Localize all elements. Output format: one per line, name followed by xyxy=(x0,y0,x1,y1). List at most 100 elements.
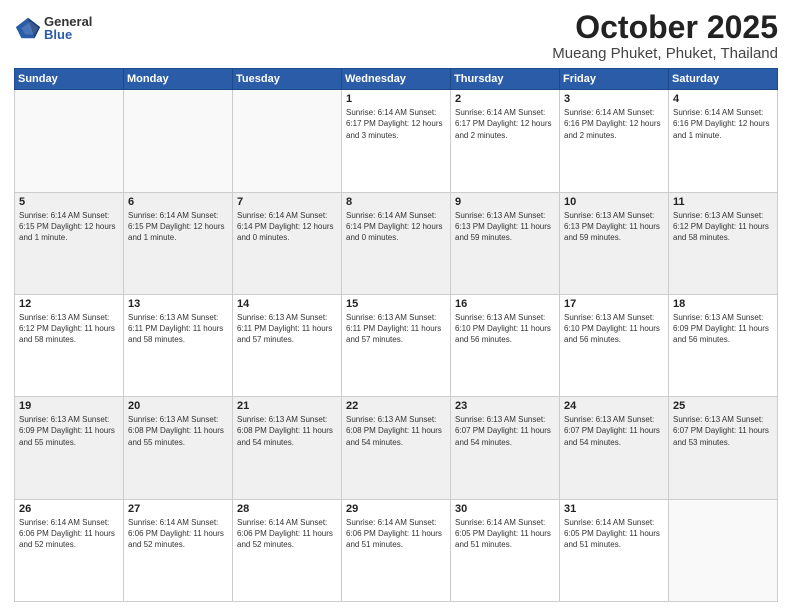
day-info: Sunrise: 6:14 AM Sunset: 6:05 PM Dayligh… xyxy=(564,517,664,551)
day-number: 15 xyxy=(346,298,446,310)
calendar-week-row: 26 Sunrise: 6:14 AM Sunset: 6:06 PM Dayli… xyxy=(15,499,778,601)
day-info: Sunrise: 6:13 AM Sunset: 6:12 PM Dayligh… xyxy=(19,312,119,346)
day-info: Sunrise: 6:13 AM Sunset: 6:07 PM Dayligh… xyxy=(455,414,555,448)
table-row xyxy=(233,90,342,192)
table-row: 15 Sunrise: 6:13 AM Sunset: 6:11 PM Dayli… xyxy=(342,294,451,396)
header-saturday: Saturday xyxy=(669,69,778,90)
table-row: 26Sunrise: 6:14 AM Sunset: 6:06 PM Dayli… xyxy=(15,499,124,601)
day-info: Sunrise: 6:13 AM Sunset: 6:10 PM Dayligh… xyxy=(564,312,664,346)
table-row: 25 Sunrise: 6:13 AM Sunset: 6:07 PM Dayli… xyxy=(669,397,778,499)
table-row: 28 Sunrise: 6:14 AM Sunset: 6:06 PM Dayli… xyxy=(233,499,342,601)
location-title: Mueang Phuket, Phuket, Thailand xyxy=(552,45,778,62)
table-row: 24Sunrise: 6:13 AM Sunset: 6:07 PM Dayli… xyxy=(560,397,669,499)
day-number: 16 xyxy=(455,298,555,310)
day-number: 23 xyxy=(455,400,555,412)
day-info: Sunrise: 6:13 AM Sunset: 6:10 PM Dayligh… xyxy=(455,312,555,346)
logo-blue-label: Blue xyxy=(44,28,92,41)
day-number: 29 xyxy=(346,503,446,515)
day-info: Sunrise: 6:14 AM Sunset: 6:14 PM Dayligh… xyxy=(346,210,446,244)
day-number: 1 xyxy=(346,93,446,105)
calendar-page: General Blue October 2025 Mueang Phuket,… xyxy=(0,0,792,612)
header-sunday: Sunday xyxy=(15,69,124,90)
day-info: Sunrise: 6:13 AM Sunset: 6:11 PM Dayligh… xyxy=(128,312,228,346)
day-number: 3 xyxy=(564,93,664,105)
day-info: Sunrise: 6:14 AM Sunset: 6:17 PM Dayligh… xyxy=(346,107,446,141)
table-row xyxy=(124,90,233,192)
logo: General Blue xyxy=(14,14,92,42)
day-info: Sunrise: 6:14 AM Sunset: 6:06 PM Dayligh… xyxy=(346,517,446,551)
day-number: 11 xyxy=(673,196,773,208)
header-monday: Monday xyxy=(124,69,233,90)
day-number: 30 xyxy=(455,503,555,515)
day-number: 19 xyxy=(19,400,119,412)
header-tuesday: Tuesday xyxy=(233,69,342,90)
day-number: 17 xyxy=(564,298,664,310)
header: General Blue October 2025 Mueang Phuket,… xyxy=(14,10,778,62)
table-row: 22 Sunrise: 6:13 AM Sunset: 6:08 PM Dayli… xyxy=(342,397,451,499)
table-row: 12 Sunrise: 6:13 AM Sunset: 6:12 PM Dayli… xyxy=(15,294,124,396)
calendar-table: Sunday Monday Tuesday Wednesday Thursday… xyxy=(14,68,778,602)
table-row: 17 Sunrise: 6:13 AM Sunset: 6:10 PM Dayli… xyxy=(560,294,669,396)
day-number: 12 xyxy=(19,298,119,310)
table-row: 19 Sunrise: 6:13 AM Sunset: 6:09 PM Dayli… xyxy=(15,397,124,499)
day-number: 18 xyxy=(673,298,773,310)
weekday-header-row: Sunday Monday Tuesday Wednesday Thursday… xyxy=(15,69,778,90)
day-number: 25 xyxy=(673,400,773,412)
day-info: Sunrise: 6:14 AM Sunset: 6:05 PM Dayligh… xyxy=(455,517,555,551)
day-number: 2 xyxy=(455,93,555,105)
table-row: 21Sunrise: 6:13 AM Sunset: 6:08 PM Dayli… xyxy=(233,397,342,499)
calendar-week-row: 1 Sunrise: 6:14 AM Sunset: 6:17 PM Daylig… xyxy=(15,90,778,192)
header-thursday: Thursday xyxy=(451,69,560,90)
day-number: 7 xyxy=(237,196,337,208)
day-info: Sunrise: 6:13 AM Sunset: 6:11 PM Dayligh… xyxy=(237,312,337,346)
table-row: 2 Sunrise: 6:14 AM Sunset: 6:17 PM Daylig… xyxy=(451,90,560,192)
table-row: 7 Sunrise: 6:14 AM Sunset: 6:14 PM Daylig… xyxy=(233,192,342,294)
table-row: 16 Sunrise: 6:13 AM Sunset: 6:10 PM Dayli… xyxy=(451,294,560,396)
day-info: Sunrise: 6:14 AM Sunset: 6:16 PM Dayligh… xyxy=(564,107,664,141)
table-row: 8 Sunrise: 6:14 AM Sunset: 6:14 PM Daylig… xyxy=(342,192,451,294)
calendar-week-row: 19 Sunrise: 6:13 AM Sunset: 6:09 PM Dayli… xyxy=(15,397,778,499)
table-row xyxy=(669,499,778,601)
day-info: Sunrise: 6:14 AM Sunset: 6:14 PM Dayligh… xyxy=(237,210,337,244)
day-number: 27 xyxy=(128,503,228,515)
day-info: Sunrise: 6:14 AM Sunset: 6:06 PM Dayligh… xyxy=(128,517,228,551)
table-row: 29 Sunrise: 6:14 AM Sunset: 6:06 PM Dayli… xyxy=(342,499,451,601)
day-number: 20 xyxy=(128,400,228,412)
day-info: Sunrise: 6:14 AM Sunset: 6:15 PM Dayligh… xyxy=(19,210,119,244)
day-info: Sunrise: 6:13 AM Sunset: 6:11 PM Dayligh… xyxy=(346,312,446,346)
day-number: 28 xyxy=(237,503,337,515)
table-row: 6Sunrise: 6:14 AM Sunset: 6:15 PM Daylig… xyxy=(124,192,233,294)
day-info: Sunrise: 6:14 AM Sunset: 6:17 PM Dayligh… xyxy=(455,107,555,141)
day-number: 4 xyxy=(673,93,773,105)
table-row: 20Sunrise: 6:13 AM Sunset: 6:08 PM Dayli… xyxy=(124,397,233,499)
table-row xyxy=(15,90,124,192)
day-info: Sunrise: 6:13 AM Sunset: 6:07 PM Dayligh… xyxy=(673,414,773,448)
day-info: Sunrise: 6:14 AM Sunset: 6:16 PM Dayligh… xyxy=(673,107,773,141)
day-number: 26 xyxy=(19,503,119,515)
day-info: Sunrise: 6:13 AM Sunset: 6:08 PM Dayligh… xyxy=(346,414,446,448)
table-row: 31Sunrise: 6:14 AM Sunset: 6:05 PM Dayli… xyxy=(560,499,669,601)
table-row: 1 Sunrise: 6:14 AM Sunset: 6:17 PM Daylig… xyxy=(342,90,451,192)
day-number: 22 xyxy=(346,400,446,412)
day-info: Sunrise: 6:13 AM Sunset: 6:09 PM Dayligh… xyxy=(19,414,119,448)
day-number: 8 xyxy=(346,196,446,208)
month-title: October 2025 xyxy=(552,10,778,45)
logo-icon xyxy=(14,14,42,42)
table-row: 23 Sunrise: 6:13 AM Sunset: 6:07 PM Dayli… xyxy=(451,397,560,499)
table-row: 4 Sunrise: 6:14 AM Sunset: 6:16 PM Daylig… xyxy=(669,90,778,192)
day-info: Sunrise: 6:13 AM Sunset: 6:12 PM Dayligh… xyxy=(673,210,773,244)
day-number: 5 xyxy=(19,196,119,208)
day-number: 6 xyxy=(128,196,228,208)
logo-text: General Blue xyxy=(44,15,92,41)
table-row: 27 Sunrise: 6:14 AM Sunset: 6:06 PM Dayli… xyxy=(124,499,233,601)
day-info: Sunrise: 6:14 AM Sunset: 6:06 PM Dayligh… xyxy=(237,517,337,551)
table-row: 9 Sunrise: 6:13 AM Sunset: 6:13 PM Daylig… xyxy=(451,192,560,294)
day-number: 9 xyxy=(455,196,555,208)
day-number: 14 xyxy=(237,298,337,310)
calendar-week-row: 5 Sunrise: 6:14 AM Sunset: 6:15 PM Daylig… xyxy=(15,192,778,294)
table-row: 5 Sunrise: 6:14 AM Sunset: 6:15 PM Daylig… xyxy=(15,192,124,294)
header-wednesday: Wednesday xyxy=(342,69,451,90)
day-info: Sunrise: 6:13 AM Sunset: 6:13 PM Dayligh… xyxy=(455,210,555,244)
day-number: 24 xyxy=(564,400,664,412)
table-row: 18Sunrise: 6:13 AM Sunset: 6:09 PM Dayli… xyxy=(669,294,778,396)
